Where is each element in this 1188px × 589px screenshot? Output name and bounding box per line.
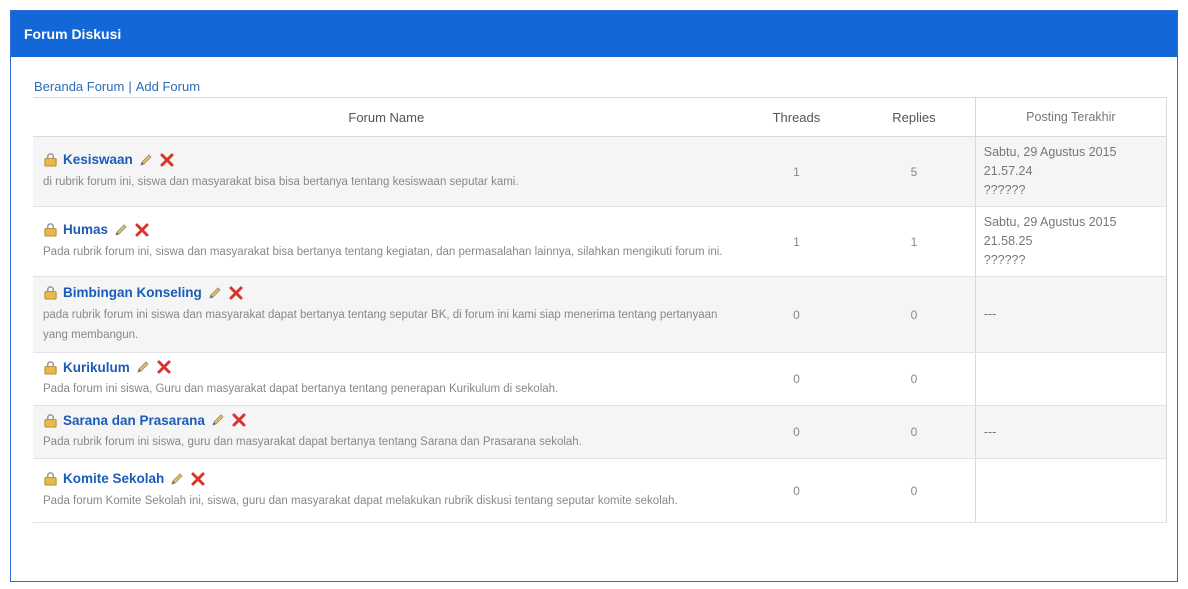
forum-table: Forum Name Threads Replies Posting Terak… — [33, 97, 1168, 523]
header-replies: Replies — [853, 97, 976, 137]
header-threads: Threads — [739, 97, 854, 137]
edit-icon[interactable] — [210, 412, 226, 428]
delete-icon[interactable] — [159, 152, 175, 168]
header-forum-name: Forum Name — [33, 97, 740, 137]
lock-icon — [44, 472, 57, 486]
forum-name-cell: Komite Sekolah Pada forum Komite Sekolah… — [33, 458, 740, 523]
last-post-date: Sabtu, 29 Agustus 2015 — [983, 145, 1117, 159]
forum-title-link[interactable]: Komite Sekolah — [63, 471, 164, 486]
delete-icon[interactable] — [134, 222, 150, 238]
replies-count: 1 — [853, 206, 976, 277]
breadcrumb: Beranda Forum | Add Forum — [34, 79, 200, 94]
last-post-date: --- — [983, 424, 997, 439]
edit-icon[interactable] — [113, 222, 129, 238]
delete-icon[interactable] — [156, 359, 172, 375]
last-post-user: ?????? — [983, 183, 1026, 197]
forum-title-link[interactable]: Kesiswaan — [63, 152, 133, 167]
forum-title-link[interactable]: Humas — [63, 222, 108, 237]
forum-name-cell: Humas Pada rubrik forum ini, siswa dan m… — [33, 206, 740, 277]
edit-icon[interactable] — [138, 152, 154, 168]
lock-icon — [44, 360, 57, 375]
delete-icon[interactable] — [228, 285, 244, 301]
lock-icon — [44, 286, 57, 300]
forum-title-link[interactable]: Sarana dan Prasarana — [63, 413, 205, 428]
last-post-cell: Sabtu, 29 Agustus 2015 21.57.24 ?????? — [974, 136, 1168, 207]
breadcrumb-separator: | — [128, 79, 132, 94]
forum-name-cell: Sarana dan Prasarana Pada rubrik forum i… — [33, 405, 740, 459]
table-row: Komite Sekolah Pada forum Komite Sekolah… — [33, 458, 1168, 523]
table-row: Bimbingan Konseling pada rubrik forum in… — [33, 276, 1168, 353]
replies-count: 5 — [853, 136, 976, 207]
forum-description: di rubrik forum ini, siswa dan masyaraka… — [43, 175, 519, 188]
threads-count: 1 — [739, 206, 854, 277]
threads-count: 0 — [739, 276, 854, 353]
table-row: Kurikulum Pada forum ini siswa, Guru dan… — [33, 352, 1168, 406]
last-post-time: 21.58.25 — [983, 234, 1033, 248]
edit-icon[interactable] — [135, 359, 151, 375]
edit-icon[interactable] — [169, 471, 185, 487]
forum-description: pada rubrik forum ini siswa dan masyarak… — [43, 308, 718, 341]
table-row: Sarana dan Prasarana Pada rubrik forum i… — [33, 405, 1168, 459]
last-post-cell: Sabtu, 29 Agustus 2015 21.58.25 ?????? — [974, 206, 1168, 277]
home-link[interactable]: Beranda Forum — [34, 79, 124, 94]
delete-icon[interactable] — [231, 412, 247, 428]
forum-name-cell: Kesiswaan di rubrik forum ini, siswa dan… — [33, 136, 740, 207]
table-row: Humas Pada rubrik forum ini, siswa dan m… — [33, 206, 1168, 277]
last-post-date: --- — [983, 307, 997, 321]
last-post-time: 21.57.24 — [983, 164, 1033, 178]
forum-description: Pada rubrik forum ini siswa, guru dan ma… — [43, 436, 582, 448]
forum-title-link[interactable]: Kurikulum — [63, 360, 130, 375]
replies-count: 0 — [853, 458, 976, 523]
forum-description: Pada forum Komite Sekolah ini, siswa, gu… — [43, 494, 678, 507]
lock-icon — [44, 153, 57, 167]
last-post-date: Sabtu, 29 Agustus 2015 — [983, 215, 1117, 229]
replies-count: 0 — [853, 352, 976, 406]
header-last-post: Posting Terakhir — [974, 97, 1168, 137]
last-post-cell — [974, 458, 1168, 523]
forum-description: Pada rubrik forum ini, siswa dan masyara… — [43, 245, 723, 258]
replies-count: 0 — [853, 276, 976, 353]
last-post-user: ?????? — [983, 253, 1026, 267]
edit-icon[interactable] — [207, 285, 223, 301]
forum-title-link[interactable]: Bimbingan Konseling — [63, 285, 202, 300]
table-row: Kesiswaan di rubrik forum ini, siswa dan… — [33, 136, 1168, 207]
threads-count: 0 — [739, 405, 854, 459]
forum-description: Pada forum ini siswa, Guru dan masyaraka… — [43, 383, 559, 395]
panel-header: Forum Diskusi — [11, 11, 1177, 57]
table-header-row: Forum Name Threads Replies Posting Terak… — [33, 97, 1168, 137]
delete-icon[interactable] — [190, 471, 206, 487]
threads-count: 1 — [739, 136, 854, 207]
add-forum-link[interactable]: Add Forum — [136, 79, 200, 94]
lock-icon — [44, 223, 57, 237]
lock-icon — [44, 413, 57, 428]
forum-name-cell: Bimbingan Konseling pada rubrik forum in… — [33, 276, 740, 353]
replies-count: 0 — [853, 405, 976, 459]
threads-count: 0 — [739, 458, 854, 523]
last-post-cell: --- — [974, 405, 1168, 459]
forum-panel: Forum Diskusi Beranda Forum | Add Forum Fo… — [10, 10, 1178, 582]
panel-title: Forum Diskusi — [24, 26, 122, 42]
forum-name-cell: Kurikulum Pada forum ini siswa, Guru dan… — [33, 352, 740, 406]
last-post-cell: --- — [974, 276, 1168, 353]
last-post-cell — [974, 352, 1168, 406]
threads-count: 0 — [739, 352, 854, 406]
